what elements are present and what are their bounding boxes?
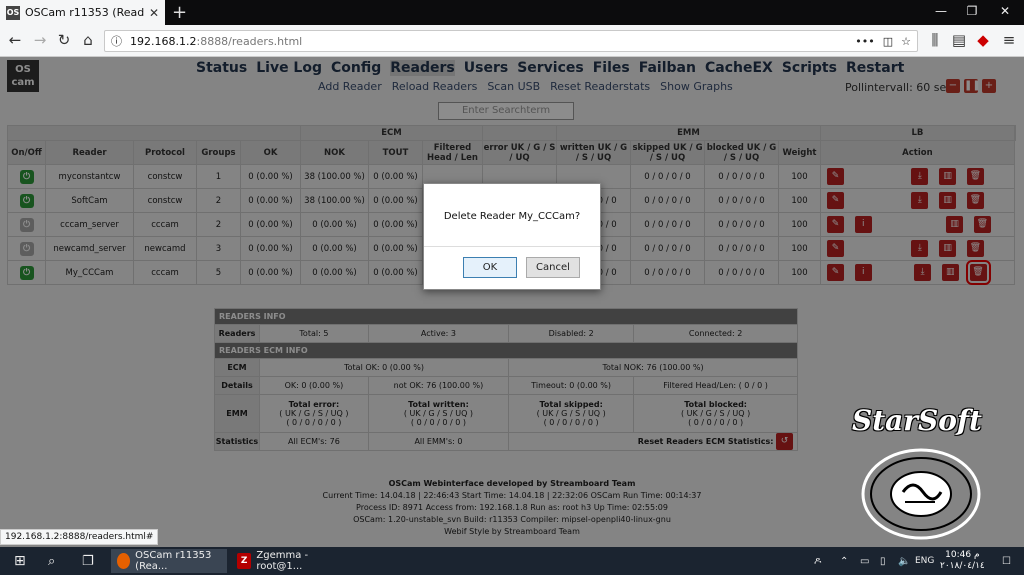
- tray-chevron-icon[interactable]: ⌃: [840, 549, 848, 573]
- filezilla-icon: Z: [237, 553, 252, 569]
- info-icon[interactable]: ⓘ: [111, 33, 122, 49]
- taskbar-clock[interactable]: 10:46 م ٢٠١٨/٠٤/١٤: [940, 550, 985, 572]
- menu-icon[interactable]: ≡: [998, 31, 1020, 49]
- battery-icon[interactable]: ▯: [880, 549, 886, 573]
- volume-icon[interactable]: 🔈: [898, 549, 910, 573]
- clock-date: ٢٠١٨/٠٤/١٤: [940, 561, 985, 571]
- restore-icon[interactable]: ❐: [957, 4, 987, 18]
- page-actions-icon[interactable]: •••: [855, 35, 874, 48]
- clock-time: 10:46 م: [945, 550, 980, 560]
- ok-button[interactable]: OK: [463, 257, 517, 278]
- cancel-button[interactable]: Cancel: [526, 257, 580, 278]
- bookmark-star-icon[interactable]: ☆: [901, 35, 911, 48]
- taskbar-filezilla-label: Zgemma - root@1...: [256, 550, 309, 572]
- task-view-icon[interactable]: ❐: [82, 549, 94, 573]
- url-path: :8888/readers.html: [196, 34, 303, 48]
- starsoft-watermark: StarSoft: [852, 404, 982, 437]
- library-icon[interactable]: ⫼: [924, 31, 946, 49]
- taskbar-filezilla[interactable]: Z Zgemma - root@1...: [231, 549, 347, 573]
- home-icon[interactable]: ⌂: [77, 31, 99, 49]
- seal-logo: [861, 448, 981, 540]
- forward-icon[interactable]: →: [29, 31, 51, 49]
- minimize-icon[interactable]: —: [926, 4, 956, 18]
- browser-tab[interactable]: OS OSCam r11353 (Reader) ✕: [0, 0, 165, 25]
- language-indicator[interactable]: ENG: [915, 549, 934, 573]
- firefox-icon: [117, 553, 131, 569]
- back-icon[interactable]: ←: [4, 31, 26, 49]
- search-icon[interactable]: ⌕: [48, 549, 55, 573]
- close-tab-icon[interactable]: ✕: [149, 6, 159, 20]
- oscam-favicon-icon: OS: [6, 5, 20, 20]
- confirm-dialog: Delete Reader My_CCCam? OK Cancel: [423, 183, 601, 290]
- notification-icon[interactable]: ☐: [1002, 549, 1011, 573]
- taskbar-firefox[interactable]: OSCam r11353 (Rea...: [111, 549, 227, 573]
- ublock-icon[interactable]: ◆: [972, 31, 994, 49]
- dialog-divider: [424, 246, 600, 247]
- people-icon[interactable]: ዶ: [814, 549, 821, 573]
- network-icon[interactable]: ▭: [860, 549, 869, 573]
- dialog-message: Delete Reader My_CCCam?: [443, 211, 581, 222]
- url-host: 192.168.1.2: [130, 34, 197, 48]
- pocket-icon[interactable]: ◫: [883, 35, 893, 48]
- start-icon[interactable]: ⊞: [14, 549, 26, 573]
- sidebar-icon[interactable]: ▤: [948, 31, 970, 49]
- status-url: 192.168.1.2:8888/readers.html#: [0, 529, 159, 545]
- url-bar[interactable]: ⓘ 192.168.1.2:8888/readers.html ••• ◫ ☆: [104, 30, 918, 52]
- reload-icon[interactable]: ↻: [53, 31, 75, 49]
- close-window-icon[interactable]: ✕: [990, 4, 1020, 18]
- taskbar-firefox-label: OSCam r11353 (Rea...: [135, 550, 212, 572]
- tab-title: OSCam r11353 (Reader): [25, 6, 144, 19]
- new-tab-icon[interactable]: +: [172, 2, 187, 23]
